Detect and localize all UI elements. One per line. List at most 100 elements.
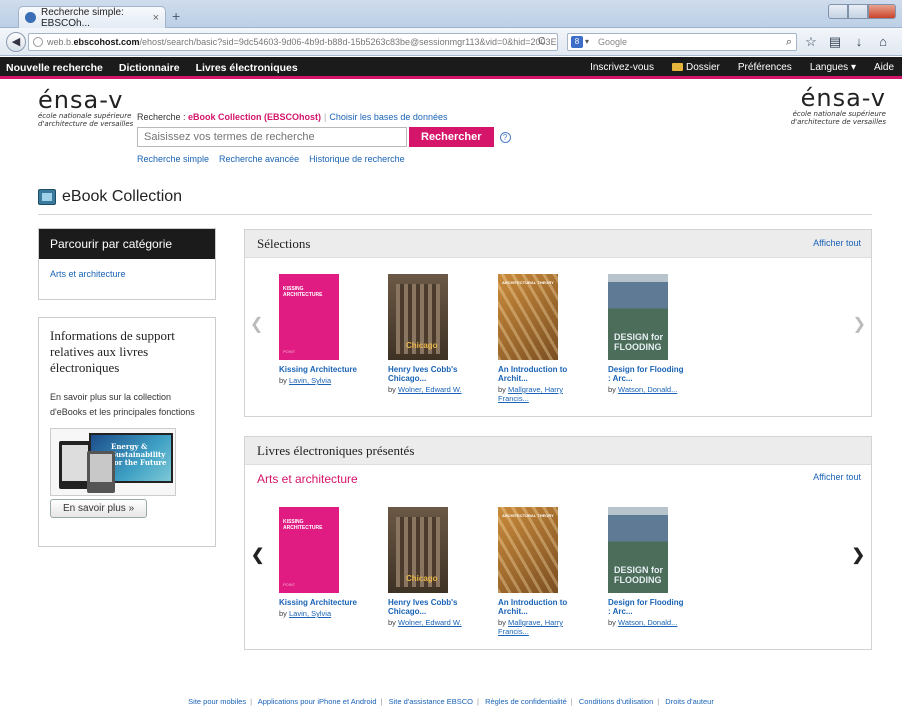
choose-databases-link[interactable]: Choisir les bases de données	[329, 112, 447, 122]
nav-help[interactable]: Aide	[874, 57, 894, 79]
cover-text: DESIGN for FLOODING	[614, 565, 664, 585]
home-icon[interactable]: ⌂	[876, 34, 890, 50]
cover-sub: POINT	[283, 582, 296, 587]
ebook-collection-icon	[38, 189, 56, 205]
book-title[interactable]: An Introduction to Archit...	[498, 598, 578, 616]
book-cover[interactable]: KISSING ARCHITECTURE POINT	[279, 274, 339, 360]
footer-terms-link[interactable]: Conditions d'utilisation	[579, 697, 653, 706]
search-history-link[interactable]: Historique de recherche	[309, 154, 405, 164]
book-title[interactable]: Design for Flooding : Arc...	[608, 598, 688, 616]
book-card[interactable]: KISSING ARCHITECTURE POINT Kissing Archit…	[279, 274, 359, 385]
footer-copyright-link[interactable]: Droits d'auteur	[665, 697, 714, 706]
search-input[interactable]	[137, 127, 407, 147]
nav-preferences[interactable]: Préférences	[738, 57, 792, 79]
book-cover[interactable]: ARCHITECTURAL THEORY	[498, 274, 558, 360]
new-tab-button[interactable]: +	[172, 8, 180, 24]
book-cover[interactable]: DESIGN for FLOODING	[608, 274, 668, 360]
address-bar[interactable]: web.b.ebscohost.com/ehost/search/basic?s…	[28, 33, 558, 51]
author-link[interactable]: Mallgrave, Harry Francis...	[498, 618, 563, 636]
maximize-button[interactable]	[848, 4, 868, 19]
footer-support-link[interactable]: Site d'assistance EBSCO	[389, 697, 473, 706]
footer-apps-link[interactable]: Applications pour iPhone et Android	[258, 697, 377, 706]
selections-section: Sélections Afficher tout ❮ ❯ KISSING ARC…	[244, 229, 872, 417]
nav-ebooks[interactable]: Livres électroniques	[196, 57, 298, 79]
search-engine-icon[interactable]: 8	[571, 36, 583, 48]
footer-mobile-link[interactable]: Site pour mobiles	[188, 697, 246, 706]
author-link[interactable]: Watson, Donald...	[618, 618, 677, 627]
carousel-prev-icon[interactable]: ❮	[251, 545, 264, 565]
footer-privacy-link[interactable]: Règles de confidentialité	[485, 697, 567, 706]
advanced-search-link[interactable]: Recherche avancée	[219, 154, 299, 164]
carousel-next-icon[interactable]: ❯	[852, 545, 865, 565]
book-cover[interactable]: Chicago	[388, 507, 448, 593]
book-card[interactable]: DESIGN for FLOODING Design for Flooding …	[608, 274, 688, 394]
close-window-button[interactable]	[868, 4, 896, 19]
footer-links: Site pour mobiles | Applications pour iPh…	[0, 697, 902, 706]
logo-wordmark-right: énsa-v	[800, 84, 886, 112]
by-label: by	[498, 385, 506, 394]
book-title[interactable]: Design for Flooding : Arc...	[608, 365, 688, 383]
book-cover[interactable]: Chicago	[388, 274, 448, 360]
close-tab-icon[interactable]: ×	[153, 12, 159, 24]
star-icon[interactable]: ☆	[804, 34, 818, 50]
book-card[interactable]: Chicago Henry Ives Cobb's Chicago... by …	[388, 274, 468, 394]
bookmarks-icon[interactable]: ▤	[828, 34, 842, 50]
search-icon[interactable]: ⌕	[786, 34, 792, 50]
logo-line-2-right: d'architecture de versailles	[790, 118, 886, 126]
author-link[interactable]: Lavin, Sylvia	[289, 609, 331, 618]
author-link[interactable]: Wolner, Edward W.	[398, 618, 462, 627]
help-icon[interactable]: ?	[499, 131, 511, 143]
collection-heading: eBook Collection	[38, 188, 182, 206]
carousel-next-icon[interactable]: ❯	[853, 314, 866, 334]
cover-text: KISSING ARCHITECTURE	[283, 519, 323, 531]
ensa-v-logo[interactable]: énsa-v école nationale supérieure d'arch…	[38, 88, 133, 128]
book-card[interactable]: Chicago Henry Ives Cobb's Chicago... by …	[388, 507, 468, 627]
book-card[interactable]: KISSING ARCHITECTURE POINT Kissing Archit…	[279, 507, 359, 618]
reload-icon[interactable]: C	[538, 36, 545, 47]
book-cover[interactable]: DESIGN for FLOODING	[608, 507, 668, 593]
database-name[interactable]: eBook Collection (EBSCOhost)	[188, 112, 321, 122]
book-card[interactable]: DESIGN for FLOODING Design for Flooding …	[608, 507, 688, 627]
book-title[interactable]: Kissing Architecture	[279, 365, 359, 374]
download-icon[interactable]: ↓	[852, 34, 866, 50]
support-devices-image[interactable]: Energy & Sustainability for the Future	[50, 428, 176, 496]
learn-more-button[interactable]: En savoir plus »	[50, 499, 148, 518]
logo-line-1-right: école nationale supérieure	[792, 110, 886, 118]
search-sep: |	[324, 112, 327, 122]
book-card[interactable]: ARCHITECTURAL THEORY An Introduction to …	[498, 274, 578, 403]
by-label: by	[608, 618, 616, 627]
collection-title: eBook Collection	[62, 188, 183, 205]
nav-dictionary[interactable]: Dictionnaire	[119, 57, 180, 79]
carousel-prev-icon[interactable]: ❮	[250, 314, 263, 334]
book-title[interactable]: Henry Ives Cobb's Chicago...	[388, 365, 468, 383]
search-engine-dropdown-icon[interactable]: ▾	[585, 34, 589, 50]
author-link[interactable]: Lavin, Sylvia	[289, 376, 331, 385]
see-all-link[interactable]: Afficher tout	[813, 238, 861, 248]
browser-search-field[interactable]: 8 ▾ Google ⌕	[567, 33, 797, 51]
cover-text: DESIGN for FLOODING	[614, 332, 664, 352]
book-card[interactable]: ARCHITECTURAL THEORY An Introduction to …	[498, 507, 578, 636]
category-link-arts[interactable]: Arts et architecture	[39, 259, 215, 279]
browser-tab[interactable]: Recherche simple: EBSCOh... ×	[18, 6, 166, 29]
nav-folder[interactable]: Dossier	[671, 57, 720, 79]
search-row: Rechercher ?	[137, 127, 517, 147]
nav-languages[interactable]: Langues ▾	[810, 57, 856, 79]
book-title[interactable]: Henry Ives Cobb's Chicago...	[388, 598, 468, 616]
book-cover[interactable]: ARCHITECTURAL THEORY	[498, 507, 558, 593]
book-title[interactable]: Kissing Architecture	[279, 598, 359, 607]
nav-sign-in[interactable]: Inscrivez-vous	[590, 57, 654, 79]
book-cover[interactable]: KISSING ARCHITECTURE POINT	[279, 507, 339, 593]
author-link[interactable]: Mallgrave, Harry Francis...	[498, 385, 563, 403]
author-link[interactable]: Wolner, Edward W.	[398, 385, 462, 394]
minimize-button[interactable]	[828, 4, 848, 19]
book-author: by Watson, Donald...	[608, 385, 688, 394]
by-label: by	[388, 618, 396, 627]
search-button[interactable]: Rechercher	[409, 127, 494, 147]
nav-new-search[interactable]: Nouvelle recherche	[6, 57, 103, 79]
author-link[interactable]: Watson, Donald...	[618, 385, 677, 394]
book-title[interactable]: An Introduction to Archit...	[498, 365, 578, 383]
back-button[interactable]: ◀	[6, 32, 26, 52]
basic-search-link[interactable]: Recherche simple	[137, 154, 209, 164]
featured-category[interactable]: Arts et architecture	[257, 472, 358, 486]
see-all-link[interactable]: Afficher tout	[813, 472, 861, 482]
